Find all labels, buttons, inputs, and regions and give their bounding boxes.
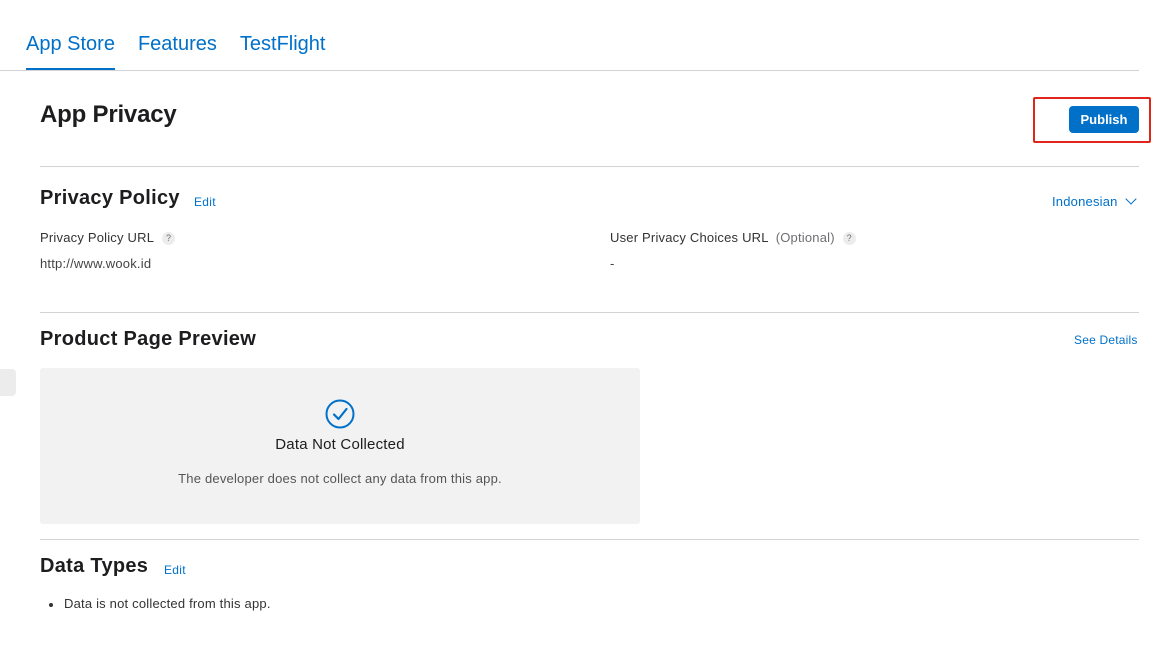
optional-tag: (Optional) <box>775 230 835 245</box>
data-types-list: Data is not collected from this app. <box>48 596 271 611</box>
privacy-policy-url-label: Privacy Policy URL? <box>40 230 176 245</box>
top-tabs: App Store Features TestFlight <box>26 30 325 70</box>
tab-features[interactable]: Features <box>138 30 217 70</box>
card-description: The developer does not collect any data … <box>178 471 502 486</box>
privacy-choices-url-value: - <box>610 256 615 271</box>
privacy-policy-heading: Privacy Policy <box>40 187 180 209</box>
card-title: Data Not Collected <box>275 436 405 453</box>
privacy-choices-url-label: User Privacy Choices URL (Optional)? <box>610 230 856 245</box>
publish-button[interactable]: Publish <box>1069 106 1139 133</box>
language-selector[interactable]: Indonesian <box>1052 193 1137 209</box>
privacy-policy-url-value: http://www.wook.id <box>40 256 152 271</box>
product-page-preview-heading: Product Page Preview <box>40 328 257 350</box>
chevron-down-icon <box>1124 193 1137 205</box>
language-selector-label: Indonesian <box>1052 194 1118 209</box>
privacy-choices-url-label-text: User Privacy Choices URL <box>610 230 769 245</box>
see-details-link[interactable]: See Details <box>1074 333 1138 347</box>
privacy-policy-edit-link[interactable]: Edit <box>194 195 216 209</box>
help-icon[interactable]: ? <box>842 231 856 245</box>
data-types-heading: Data Types <box>40 555 149 577</box>
header-divider <box>40 166 1139 167</box>
sidebar-collapse-handle[interactable] <box>0 369 16 396</box>
list-item: Data is not collected from this app. <box>48 596 271 611</box>
checkmark-circle-icon <box>325 399 355 429</box>
data-not-collected-card: Data Not Collected The developer does no… <box>40 368 640 524</box>
tab-testflight[interactable]: TestFlight <box>240 30 326 70</box>
help-icon[interactable]: ? <box>162 231 176 245</box>
privacy-policy-url-label-text: Privacy Policy URL <box>40 230 155 245</box>
data-types-edit-link[interactable]: Edit <box>164 563 186 577</box>
page-title: App Privacy <box>40 101 177 128</box>
section-divider <box>40 312 1139 313</box>
tab-app-store[interactable]: App Store <box>26 30 115 70</box>
back-chevron-icon[interactable] <box>0 31 4 41</box>
section-divider <box>40 539 1139 540</box>
tabs-divider <box>0 70 1139 71</box>
